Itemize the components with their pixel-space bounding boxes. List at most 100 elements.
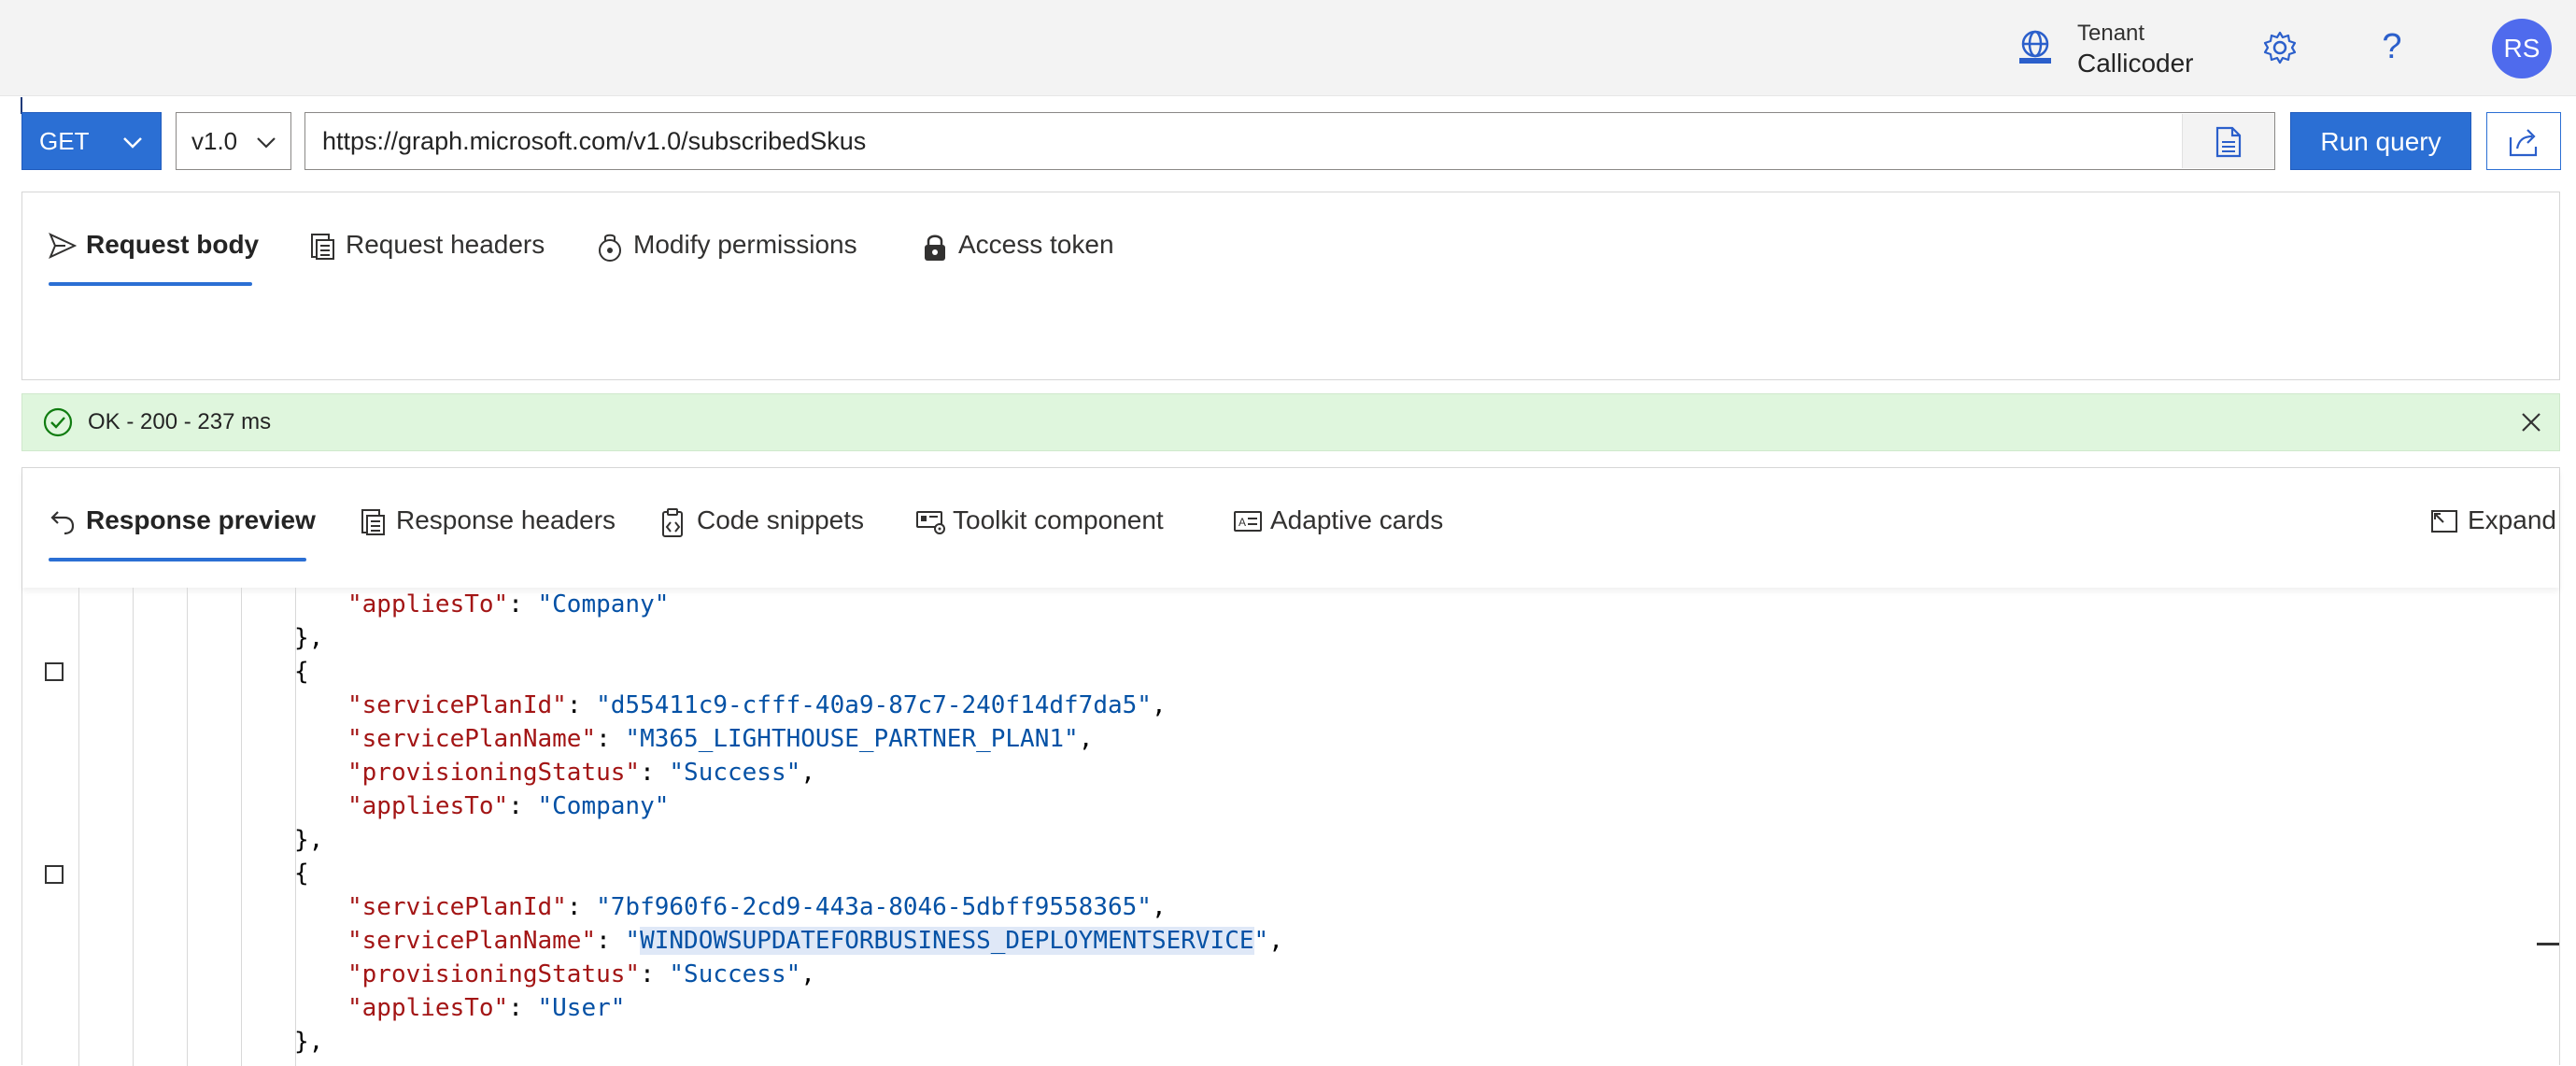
- json-key: "appliesTo": [347, 792, 509, 820]
- json-punct: },: [294, 826, 324, 854]
- response-tabs: Response preview Response headers Code s…: [22, 468, 2559, 588]
- run-query-button[interactable]: Run query: [2290, 112, 2471, 170]
- json-value: "Success": [669, 759, 801, 787]
- selected-text: WINDOWSUPDATEFORBUSINESS_DEPLOYMENTSERVI…: [640, 927, 1254, 955]
- chevron-down-icon: [257, 137, 276, 149]
- json-value: "M365_LIGHTHOUSE_PARTNER_PLAN1": [625, 725, 1079, 753]
- tab-label: Adaptive cards: [1270, 505, 1444, 534]
- chevron-down-icon: [123, 137, 142, 149]
- share-icon: [2509, 129, 2538, 157]
- documentation-button[interactable]: [2182, 114, 2274, 168]
- tab-adaptive-cards[interactable]: A Adaptive cards: [1233, 502, 1476, 539]
- check-circle-icon: [43, 407, 73, 437]
- status-text: OK - 200 - 237 ms: [88, 409, 272, 434]
- json-key: "appliesTo": [347, 994, 509, 1022]
- tab-label: Response headers: [396, 505, 616, 534]
- query-url-input[interactable]: [304, 112, 2275, 170]
- tab-label: Request headers: [346, 230, 545, 259]
- active-tab-indicator: [49, 282, 252, 286]
- json-key: "servicePlanName": [347, 725, 597, 753]
- tab-label: Request body: [86, 230, 260, 259]
- response-json-viewer[interactable]: "appliesTo": "Company" }, { "servicePlan…: [22, 588, 2559, 1066]
- avatar[interactable]: RS: [2492, 19, 2552, 78]
- json-line: },: [294, 621, 323, 655]
- help-icon[interactable]: ?: [2378, 24, 2406, 69]
- document-icon: [2215, 126, 2242, 158]
- lock-icon: [925, 235, 945, 261]
- indent-guide: [241, 588, 242, 1066]
- undo-icon: [50, 511, 75, 535]
- tab-label: Access token: [958, 230, 1114, 259]
- tenant-label: Tenant: [2077, 21, 2145, 46]
- http-method-label: GET: [39, 127, 90, 155]
- http-method-dropdown[interactable]: GET: [21, 112, 162, 170]
- expand-label: Expand: [2468, 505, 2556, 534]
- status-message-bar: OK - 200 - 237 ms: [21, 393, 2560, 451]
- gear-icon[interactable]: [2262, 30, 2298, 65]
- tenant-name[interactable]: Callicoder: [2077, 49, 2194, 78]
- share-button[interactable]: [2486, 112, 2561, 170]
- active-tab-indicator: [49, 558, 306, 561]
- code-snippet-icon: [662, 508, 683, 537]
- close-icon[interactable]: [2520, 411, 2542, 434]
- indent-guide: [187, 588, 188, 1066]
- version-label: v1.0: [191, 127, 238, 155]
- version-dropdown[interactable]: v1.0: [176, 112, 291, 170]
- json-line: },: [294, 1025, 323, 1059]
- tab-modify-permissions[interactable]: Modify permissions: [596, 226, 885, 263]
- document-icon: [311, 234, 334, 260]
- globe-icon[interactable]: [2016, 28, 2055, 67]
- json-line: "provisioningStatus": "Success",: [347, 759, 815, 787]
- json-value: "Company": [537, 590, 670, 618]
- json-key: "servicePlanId": [347, 691, 567, 719]
- tab-code-snippets[interactable]: Code snippets: [659, 502, 884, 539]
- tab-label: Code snippets: [697, 505, 865, 534]
- json-value: "User": [537, 994, 626, 1022]
- scroll-marker[interactable]: [2537, 943, 2559, 945]
- expand-icon: [2431, 510, 2457, 533]
- send-icon: [49, 233, 77, 259]
- json-value: "7bf960f6-2cd9-443a-8046-5dbff9558365": [596, 893, 1152, 921]
- json-line: "servicePlanName": "WINDOWSUPDATEFORBUSI…: [347, 927, 1283, 955]
- json-line: },: [294, 823, 323, 857]
- response-panel: Response preview Response headers Code s…: [21, 467, 2560, 1066]
- tab-request-headers[interactable]: Request headers: [308, 226, 551, 263]
- tab-label: Response preview: [86, 505, 316, 534]
- tab-response-preview[interactable]: Response preview: [49, 502, 329, 539]
- json-line: "provisioningStatus": "Success",: [347, 960, 815, 988]
- json-punct: {: [294, 658, 309, 686]
- top-bar: Tenant Callicoder ? RS: [0, 0, 2576, 96]
- tab-toolkit-component[interactable]: Toolkit component: [915, 502, 1196, 539]
- tab-access-token[interactable]: Access token: [921, 226, 1145, 263]
- svg-text:A: A: [1238, 516, 1246, 529]
- json-line: "servicePlanName": "M365_LIGHTHOUSE_PART…: [347, 725, 1094, 753]
- tab-response-headers[interactable]: Response headers: [359, 502, 630, 539]
- request-panel: Request body Request headers Modify perm…: [21, 192, 2560, 380]
- permissions-icon: [599, 234, 621, 262]
- json-punct: },: [294, 1028, 324, 1056]
- json-punct: {: [294, 860, 309, 888]
- json-line: "appliesTo": "Company": [347, 590, 670, 618]
- json-line: "appliesTo": "User": [347, 994, 626, 1022]
- json-line: "servicePlanId": "7bf960f6-2cd9-443a-804…: [347, 893, 1167, 921]
- json-key: "provisioningStatus": [347, 759, 641, 787]
- json-line: "servicePlanId": "d55411c9-cfff-40a9-87c…: [347, 691, 1167, 719]
- document-icon: [361, 509, 385, 535]
- json-key: "appliesTo": [347, 590, 509, 618]
- json-key: "servicePlanName": [347, 927, 597, 955]
- toolkit-icon: [916, 511, 945, 534]
- json-value: "Success": [669, 960, 801, 988]
- indent-guide: [78, 588, 79, 1066]
- json-value: "d55411c9-cfff-40a9-87c7-240f14df7da5": [596, 691, 1152, 719]
- tab-request-body[interactable]: Request body: [49, 226, 263, 263]
- json-key: "provisioningStatus": [347, 960, 641, 988]
- fold-toggle[interactable]: [45, 865, 64, 884]
- indent-guide: [133, 588, 134, 1066]
- tab-label: Modify permissions: [633, 230, 857, 259]
- card-icon: A: [1234, 511, 1262, 532]
- fold-toggle[interactable]: [45, 662, 64, 681]
- json-punct: },: [294, 624, 324, 652]
- json-line: {: [294, 857, 309, 890]
- json-line: "appliesTo": "Company": [347, 792, 670, 820]
- json-key: "servicePlanId": [347, 893, 567, 921]
